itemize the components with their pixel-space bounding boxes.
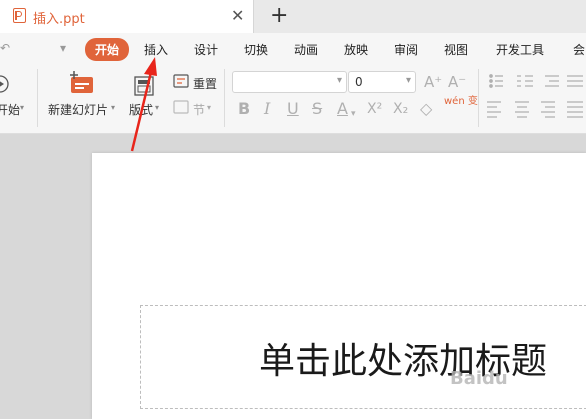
layout-icon[interactable] (133, 75, 155, 97)
superscript-button[interactable]: X² (367, 99, 382, 119)
undo-icon[interactable]: ↶ (0, 41, 10, 55)
paragraph-group (487, 74, 583, 118)
subscript-button[interactable]: X₂ (393, 99, 408, 119)
font-color-dropdown-icon[interactable]: ▾ (351, 104, 356, 124)
bold-button[interactable]: B (238, 99, 250, 119)
new-slide-icon[interactable] (68, 71, 96, 97)
menu-bar: ↶ ▾ 开始 插入 设计 切换 动画 放映 审阅 视图 开发工具 会 (0, 33, 586, 63)
font-color-button[interactable]: A (337, 99, 348, 119)
separator (224, 69, 225, 127)
underline-button[interactable]: U (287, 99, 299, 119)
section-dropdown-icon[interactable]: ▾ (207, 103, 211, 112)
tab-insert[interactable]: 插入 (144, 41, 168, 58)
grow-font-button[interactable]: A⁺ (424, 73, 442, 91)
section-button[interactable]: 节 (193, 101, 205, 118)
tab-view[interactable]: 视图 (444, 41, 468, 58)
tab-member[interactable]: 会 (573, 41, 585, 58)
tab-design[interactable]: 设计 (194, 41, 218, 58)
section-icon[interactable] (173, 100, 189, 114)
phonetic-guide-button[interactable]: wén 变 (444, 96, 478, 107)
tab-developer[interactable]: 开发工具 (496, 41, 544, 58)
watermark: Baidu (450, 368, 508, 389)
document-title: 插入.ppt (33, 12, 85, 27)
separator (37, 69, 38, 127)
tab-bar: 插入.ppt ✕ + (0, 0, 586, 33)
start-label[interactable]: 开始 (0, 101, 20, 118)
layout-dropdown-icon[interactable]: ▾ (155, 103, 159, 112)
document-tab[interactable]: 插入.ppt ✕ (0, 0, 254, 33)
tab-review[interactable]: 审阅 (394, 41, 418, 58)
chevron-down-icon: ▾ (336, 75, 342, 86)
clear-format-icon[interactable]: ◇ (420, 99, 432, 119)
quick-access-dropdown-icon[interactable]: ▾ (60, 41, 66, 55)
tab-transitions[interactable]: 切换 (244, 41, 268, 58)
new-slide-button[interactable]: 新建幻灯片 (48, 101, 108, 118)
font-size-select[interactable]: 0 ▾ (348, 71, 416, 93)
separator (478, 69, 479, 127)
shrink-font-button[interactable]: A⁻ (448, 73, 466, 91)
layout-button[interactable]: 版式 (129, 101, 153, 118)
bullets-icon (489, 74, 503, 88)
close-tab-icon[interactable]: ✕ (231, 6, 244, 26)
start-slideshow-icon[interactable] (0, 73, 10, 95)
title-placeholder[interactable]: 单击此处添加标题 (140, 305, 586, 409)
ppt-file-icon (13, 8, 26, 23)
reset-icon[interactable] (173, 74, 189, 88)
italic-button[interactable]: I (264, 99, 270, 119)
new-tab-button[interactable]: + (270, 3, 288, 29)
chevron-down-icon: ▾ (405, 75, 411, 86)
font-size-value: 0 (355, 75, 363, 89)
reset-button[interactable]: 重置 (193, 75, 217, 92)
slide-canvas[interactable]: 单击此处添加标题 (92, 153, 586, 419)
tab-animations[interactable]: 动画 (294, 41, 318, 58)
font-name-select[interactable]: ▾ (232, 71, 347, 93)
tab-slideshow[interactable]: 放映 (344, 41, 368, 58)
start-dropdown-icon[interactable]: ▾ (20, 103, 24, 112)
new-slide-dropdown-icon[interactable]: ▾ (111, 103, 115, 112)
tab-home[interactable]: 开始 (85, 38, 130, 61)
strikethrough-button[interactable]: S (312, 99, 322, 119)
